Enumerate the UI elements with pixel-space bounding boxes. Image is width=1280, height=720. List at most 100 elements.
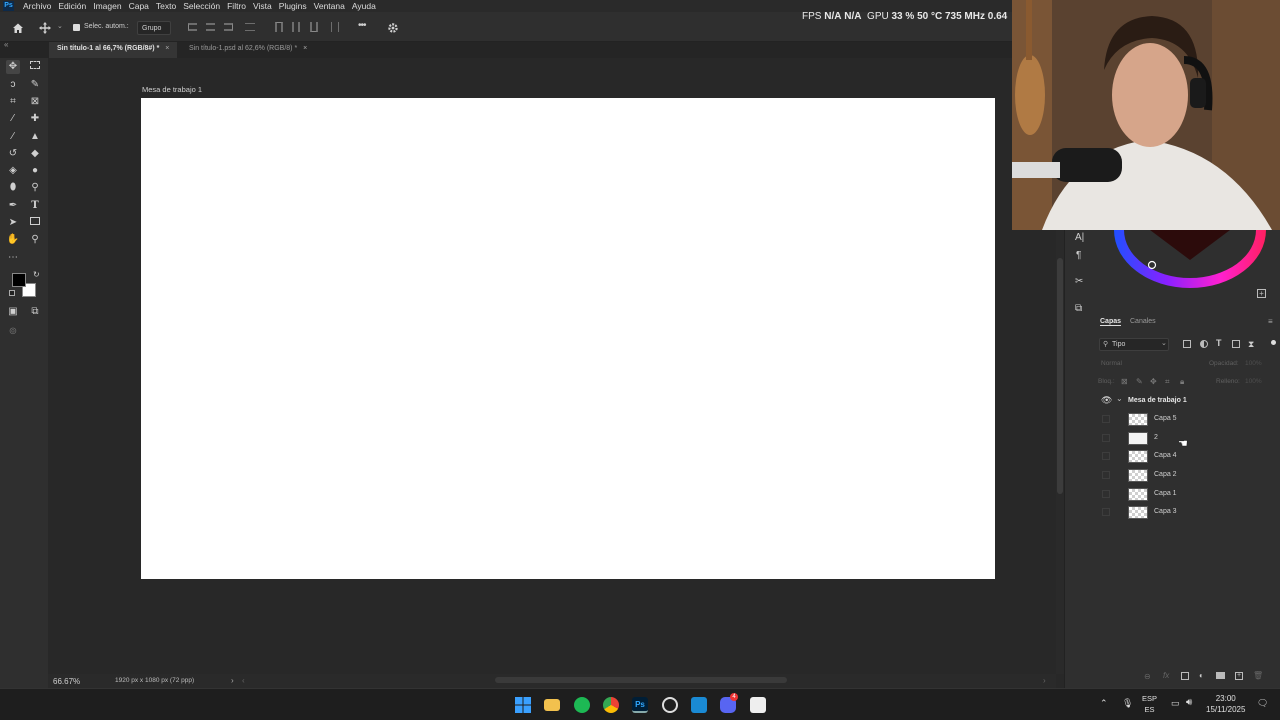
fill-value[interactable]: 100% xyxy=(1245,378,1262,385)
menu-imagen[interactable]: Imagen xyxy=(93,1,121,11)
tools-panel-icon[interactable]: ✂ xyxy=(1075,276,1083,287)
lock-pixels-icon[interactable]: ✎ xyxy=(1136,377,1143,386)
fx-icon[interactable]: fx xyxy=(1163,671,1169,680)
tab-document-2[interactable]: Sin título-1.psd al 62,6% (RGB/8) * × xyxy=(181,42,315,58)
chevron-right-icon[interactable]: › xyxy=(231,676,234,685)
auto-select-dropdown[interactable]: Grupo xyxy=(137,21,171,35)
network-icon[interactable]: ▭ xyxy=(1171,698,1180,709)
mail-app-icon[interactable] xyxy=(691,697,707,713)
link-layers-icon[interactable]: ⊖ xyxy=(1144,672,1151,681)
tab-canales[interactable]: Canales xyxy=(1130,318,1156,325)
align-left-icon[interactable] xyxy=(188,23,197,31)
panel-menu-icon[interactable]: ≡ xyxy=(1268,317,1273,326)
align-middle-v-icon[interactable] xyxy=(292,22,300,32)
filter-shape-icon[interactable] xyxy=(1232,340,1240,348)
file-explorer-icon[interactable] xyxy=(544,699,560,711)
new-group-icon[interactable] xyxy=(1216,672,1225,679)
adjustment-layer-icon[interactable]: ◐ xyxy=(1199,671,1204,680)
visibility-toggle[interactable] xyxy=(1102,490,1110,498)
frame-tool-icon[interactable]: ⊠ xyxy=(28,95,42,109)
swap-colors-icon[interactable]: ↻ xyxy=(33,270,40,279)
character-panel-icon[interactable]: A| xyxy=(1075,232,1084,243)
blur-tool-icon[interactable]: ● xyxy=(28,164,42,178)
home-icon[interactable] xyxy=(12,21,24,33)
visibility-toggle[interactable] xyxy=(1102,471,1110,479)
photoshop-logo-icon[interactable]: Ps xyxy=(3,1,14,11)
more-tools-icon[interactable]: ⋯ xyxy=(6,251,20,265)
add-mask-icon[interactable] xyxy=(1181,672,1189,680)
artboard-label[interactable]: Mesa de trabajo 1 xyxy=(142,85,202,94)
layer-row[interactable]: Capa 5 xyxy=(1094,410,1266,428)
move-tool-icon[interactable] xyxy=(38,21,52,34)
screen-mode-icon[interactable]: ⧉ xyxy=(28,305,42,319)
eye-icon[interactable]: 👁︎ xyxy=(1101,395,1112,406)
foreground-color-swatch[interactable] xyxy=(12,273,26,287)
default-colors-icon[interactable] xyxy=(9,290,15,296)
vertical-scrollbar-thumb[interactable] xyxy=(1057,258,1063,494)
brush-tool-icon[interactable]: ∕ xyxy=(6,130,20,144)
notifications-icon[interactable]: 🗨︎ xyxy=(1257,698,1268,709)
trash-icon[interactable]: 🗑︎ xyxy=(1253,671,1263,680)
more-options-icon[interactable]: ••• xyxy=(358,20,366,31)
edit-toolbar-icon[interactable]: ⊚ xyxy=(6,325,20,339)
scroll-left-icon[interactable]: ‹ xyxy=(242,676,245,685)
distribute-v-icon[interactable] xyxy=(331,22,339,32)
chevron-down-icon[interactable]: ⌄ xyxy=(57,22,63,30)
filter-toggle[interactable] xyxy=(1271,340,1276,345)
menu-seleccion[interactable]: Selección xyxy=(183,1,220,11)
visibility-toggle[interactable] xyxy=(1102,415,1110,423)
align-right-icon[interactable] xyxy=(224,23,233,31)
menu-archivo[interactable]: Archivo xyxy=(23,1,51,11)
lock-position-icon[interactable]: ✥ xyxy=(1150,377,1157,386)
menu-capa[interactable]: Capa xyxy=(129,1,149,11)
filter-type-icon[interactable]: T xyxy=(1216,338,1222,348)
pen-tool-icon[interactable]: ✒ xyxy=(6,199,20,213)
discord-icon[interactable]: 4 xyxy=(720,693,738,713)
dodge-tool-icon[interactable]: ⬮ xyxy=(6,181,20,195)
layer-row[interactable]: Capa 2 xyxy=(1094,466,1266,484)
layer-filter-dropdown[interactable]: ⚲ Tipo ⌄ xyxy=(1099,338,1169,351)
align-top-icon[interactable] xyxy=(275,22,283,32)
libraries-panel-icon[interactable]: ⧉ xyxy=(1075,303,1082,314)
tab-document-1[interactable]: Sin título-1 al 66,7% (RGB/8#) * × xyxy=(49,42,178,58)
language-indicator[interactable]: ESP ES xyxy=(1142,693,1157,715)
obs-icon[interactable] xyxy=(662,697,678,713)
visibility-toggle[interactable] xyxy=(1102,434,1110,442)
move-tool-icon[interactable]: ✥ xyxy=(6,60,20,74)
path-selection-icon[interactable]: ➤ xyxy=(6,216,20,230)
type-tool-icon[interactable]: T xyxy=(28,199,42,213)
artboard[interactable] xyxy=(141,98,995,579)
paragraph-panel-icon[interactable]: ¶ xyxy=(1076,250,1081,261)
layer-row[interactable]: Capa 3 xyxy=(1094,503,1266,521)
tab-capas[interactable]: Capas xyxy=(1100,318,1122,326)
zoom-level[interactable]: 66.67% xyxy=(53,677,80,686)
opacity-value[interactable]: 100% xyxy=(1245,360,1262,367)
gear-icon[interactable] xyxy=(387,21,399,33)
menu-ventana[interactable]: Ventana xyxy=(314,1,345,11)
menu-ayuda[interactable]: Ayuda xyxy=(352,1,376,11)
crop-tool-icon[interactable]: ⌗ xyxy=(6,95,20,109)
lock-transparency-icon[interactable]: ⊠ xyxy=(1121,377,1128,386)
layer-row[interactable]: Capa 1 xyxy=(1094,485,1266,503)
lock-all-icon[interactable]: 🔒︎ xyxy=(1180,377,1184,387)
close-icon[interactable]: × xyxy=(165,45,169,52)
microphone-icon[interactable]: 🎙︎ xyxy=(1122,698,1133,709)
paint-bucket-icon[interactable]: ◈ xyxy=(6,164,20,178)
align-bottom-icon[interactable] xyxy=(310,22,318,32)
healing-brush-icon[interactable]: ✚ xyxy=(28,112,42,126)
chevron-down-icon[interactable]: ⌄ xyxy=(1116,394,1123,403)
lock-artboard-icon[interactable]: ⌗ xyxy=(1165,377,1170,387)
add-swatch-icon[interactable]: + xyxy=(1257,289,1266,298)
calendar-app-icon[interactable] xyxy=(750,697,766,713)
photoshop-taskbar-icon[interactable]: Ps xyxy=(632,697,648,713)
new-layer-icon[interactable]: + xyxy=(1235,672,1243,680)
chrome-icon[interactable] xyxy=(603,697,619,713)
menu-plugins[interactable]: Plugins xyxy=(279,1,307,11)
smudge-tool-icon[interactable]: ⚲ xyxy=(28,181,42,195)
auto-select-checkbox[interactable] xyxy=(73,24,80,31)
filter-pixel-icon[interactable] xyxy=(1183,340,1191,348)
visibility-toggle[interactable] xyxy=(1102,452,1110,460)
close-icon[interactable]: × xyxy=(303,45,307,52)
layer-group-artboard[interactable]: 👁︎ ⌄ Mesa de trabajo 1 xyxy=(1094,392,1266,410)
scroll-right-icon[interactable]: › xyxy=(1043,676,1046,685)
